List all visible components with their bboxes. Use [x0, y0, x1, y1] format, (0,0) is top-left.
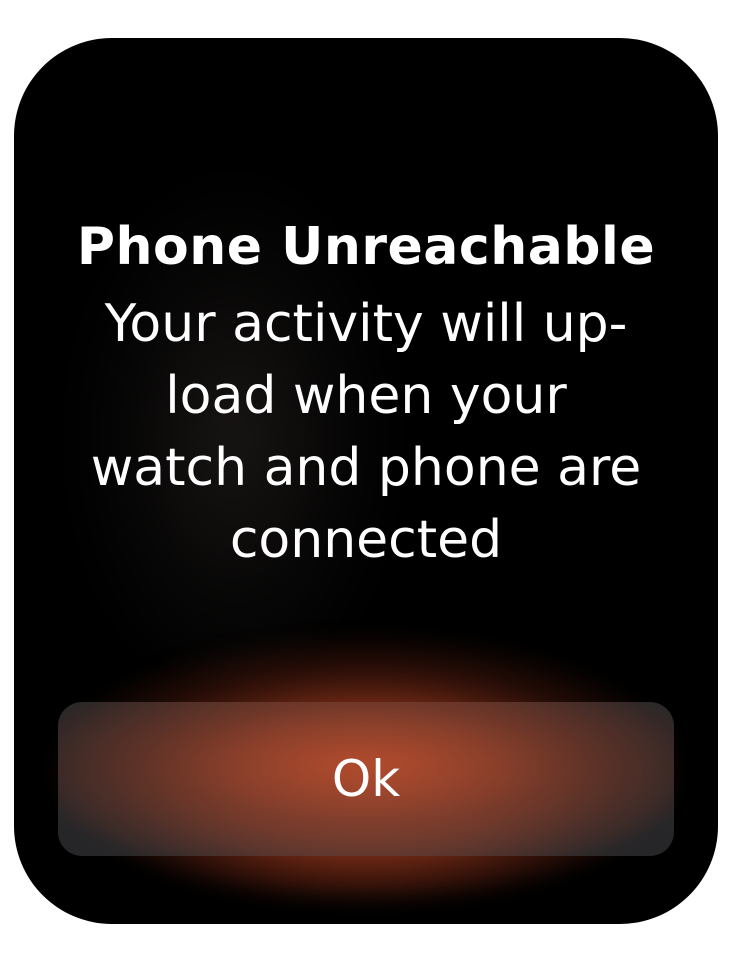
alert-message: Your activity will up- load when your wa… [44, 288, 688, 576]
alert-message-line: watch and phone are [90, 438, 642, 498]
watch-screen: Phone Unreachable Your activity will up-… [14, 38, 718, 924]
alert-message-line: load when your [165, 366, 567, 426]
ok-button-label: Ok [331, 750, 401, 808]
ok-button[interactable]: Ok [58, 702, 674, 856]
alert-title: Phone Unreachable [76, 217, 656, 277]
alert-message-line: connected [229, 510, 503, 570]
alert-message-line: Your activity will up- [104, 294, 628, 354]
